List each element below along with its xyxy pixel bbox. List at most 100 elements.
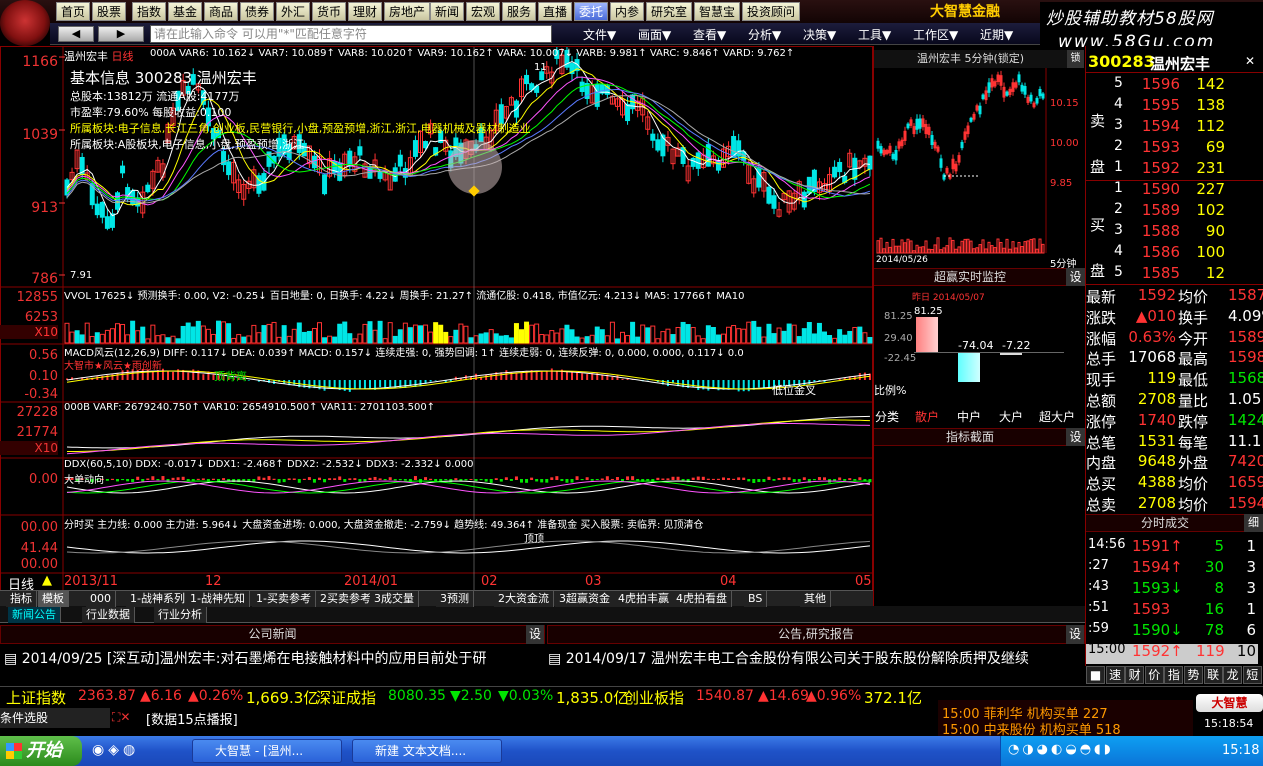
bid-price[interactable]: 1589 — [1140, 201, 1180, 219]
command-input[interactable]: 请在此输入命令 可以用"*"匹配任意字符 — [150, 25, 552, 43]
menu-item[interactable]: 近期▼ — [980, 26, 1013, 43]
indicator-tab[interactable]: 2买卖参考 — [316, 591, 376, 607]
indicator-tab[interactable]: 1-战神系列 — [126, 591, 190, 607]
indicator-panel-settings-button[interactable]: 设 — [1066, 428, 1085, 446]
volume-bar — [529, 324, 535, 344]
quote-close-icon[interactable]: ✕ — [1245, 54, 1255, 68]
tick-price: 1593↓ — [1132, 579, 1183, 597]
nav-item-0[interactable]: 首页 — [56, 2, 91, 21]
announce-item[interactable]: ▤ 2014/09/17 温州宏丰电工合金股份有限公司关于股东股份解除质押及继续 — [548, 648, 1082, 668]
indicator-tab[interactable]: 4虎拍看盘 — [672, 591, 732, 607]
nav-item-2[interactable]: 指数 — [132, 2, 167, 21]
tray-icons[interactable]: ◔◑◕◐◒◓◖◗ — [1008, 742, 1114, 757]
nav-item-14[interactable]: 委托 — [574, 2, 609, 21]
data-broadcast[interactable]: [数据15点播报] — [146, 709, 238, 728]
quote-tab[interactable]: 联 — [1203, 666, 1223, 684]
bid-price[interactable]: 1586 — [1140, 243, 1180, 261]
bid-price[interactable]: 1585 — [1140, 264, 1180, 282]
company-news-item[interactable]: ▤ 2014/09/25 [深互动]温州宏丰:对石墨烯在电接触材料中的应用目前处… — [4, 648, 544, 668]
quote-tab[interactable]: ■ — [1086, 666, 1105, 684]
volume-bar — [306, 330, 312, 344]
company-news-settings-button[interactable]: 设 — [526, 625, 544, 644]
index-name[interactable]: 创业板指 — [624, 687, 684, 708]
status-icon[interactable]: ⛶✕ — [112, 710, 130, 725]
quote-tab[interactable]: 速 — [1105, 666, 1125, 684]
indicator-tab[interactable]: 指标 — [6, 591, 37, 607]
news-tab[interactable]: 行业数据 — [82, 607, 135, 623]
mini5-lock-button[interactable]: 锁 — [1067, 50, 1084, 68]
menu-item[interactable]: 文件▼ — [583, 26, 616, 43]
quote-tab[interactable]: 短 — [1242, 666, 1262, 684]
condition-select-tab[interactable]: 条件选股 — [0, 708, 110, 728]
nav-item-5[interactable]: 债券 — [240, 2, 275, 21]
tray-clock[interactable]: 15:18 — [1222, 743, 1259, 758]
ask-price[interactable]: 1592 — [1140, 159, 1180, 177]
task-notepad[interactable]: 新建 文本文档.... — [352, 739, 502, 763]
index-name[interactable]: 上证指数 — [6, 687, 66, 708]
back-button[interactable]: ◀ — [58, 26, 94, 42]
volume-bar — [281, 325, 287, 344]
ticks-title: 分时成交 — [1086, 514, 1244, 532]
indicator-tab[interactable]: 000 — [86, 591, 116, 607]
indicator-tab[interactable]: 1-买卖参考 — [252, 591, 316, 607]
task-dzh[interactable]: 大智慧 - [温州... — [192, 739, 342, 763]
menu-item[interactable]: 分析▼ — [748, 26, 781, 43]
indicator-tab[interactable]: 模板 — [38, 591, 69, 607]
nav-item-13[interactable]: 直播 — [538, 2, 573, 21]
forward-button[interactable]: ▶ — [98, 26, 144, 42]
nav-item-3[interactable]: 基金 — [168, 2, 203, 21]
indicator-tab[interactable]: 3超赢资金 — [555, 591, 615, 607]
indicator-tab[interactable]: 3预测 — [436, 591, 474, 607]
quote-tab[interactable]: 价 — [1144, 666, 1164, 684]
nav-item-12[interactable]: 服务 — [502, 2, 537, 21]
volume-bar — [418, 325, 423, 344]
quicklaunch-icons[interactable]: ◉◈◍ — [92, 742, 139, 758]
nav-item-1[interactable]: 股票 — [92, 2, 127, 21]
app-logo-icon[interactable] — [0, 0, 50, 46]
bid-price[interactable]: 1590 — [1140, 180, 1180, 198]
bid-price[interactable]: 1588 — [1140, 222, 1180, 240]
ask-volume: 138 — [1196, 96, 1225, 114]
announce-settings-button[interactable]: 设 — [1066, 625, 1084, 644]
indicator-tab[interactable]: 2大资金流 — [494, 591, 554, 607]
ask-price[interactable]: 1594 — [1140, 117, 1180, 135]
ask-price[interactable]: 1596 — [1140, 75, 1180, 93]
nav-item-6[interactable]: 外汇 — [276, 2, 311, 21]
news-tab[interactable]: 新闻公告 — [8, 607, 61, 623]
menu-item[interactable]: 工具▼ — [858, 26, 891, 43]
ask-price[interactable]: 1593 — [1140, 138, 1180, 156]
nav-item-18[interactable]: 投资顾问 — [742, 2, 801, 21]
nav-item-17[interactable]: 智慧宝 — [694, 2, 741, 21]
stat-value: 1424 — [1228, 410, 1263, 429]
menu-item[interactable]: 查看▼ — [693, 26, 726, 43]
nav-item-4[interactable]: 商品 — [204, 2, 239, 21]
ticks-detail-tab[interactable]: 细 — [1244, 514, 1263, 532]
monitor-settings-button[interactable]: 设 — [1066, 268, 1085, 286]
indicator-tab[interactable]: 1-战神先知 — [186, 591, 250, 607]
menu-item[interactable]: 工作区▼ — [913, 26, 958, 43]
nav-item-9[interactable]: 房地产 — [384, 2, 431, 21]
nav-item-7[interactable]: 货币 — [312, 2, 347, 21]
quote-tab[interactable]: 财 — [1125, 666, 1145, 684]
macd-note-golden-cross: 低位金叉 — [772, 384, 816, 397]
nav-item-11[interactable]: 宏观 — [466, 2, 501, 21]
indicator-tab[interactable]: 4虎拍丰赢 — [614, 591, 674, 607]
indicator-tab[interactable]: 其他 — [800, 591, 831, 607]
mini5-volume — [1014, 247, 1018, 254]
ask-price[interactable]: 1595 — [1140, 96, 1180, 114]
news-tab[interactable]: 行业分析 — [154, 607, 207, 623]
quote-tab[interactable]: 势 — [1184, 666, 1203, 684]
index-name[interactable]: 深证成指 — [316, 687, 376, 708]
nav-item-8[interactable]: 理财 — [348, 2, 383, 21]
nav-item-10[interactable]: 新闻 — [430, 2, 465, 21]
quote-tab[interactable]: 龙 — [1223, 666, 1243, 684]
menu-item[interactable]: 画面▼ — [638, 26, 671, 43]
ddx-bar — [267, 476, 271, 480]
nav-item-15[interactable]: 内参 — [610, 2, 645, 21]
indicator-tab[interactable]: 3成交量 — [370, 591, 419, 607]
menu-item[interactable]: 决策▼ — [803, 26, 836, 43]
vr-line — [66, 423, 870, 455]
nav-item-16[interactable]: 研究室 — [646, 2, 693, 21]
indicator-tab[interactable]: BS — [744, 591, 768, 607]
quote-tab[interactable]: 指 — [1164, 666, 1184, 684]
